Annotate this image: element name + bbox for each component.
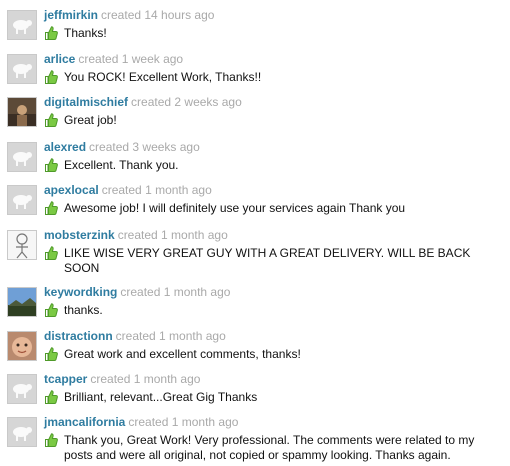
review-header: jmancalifornia created 1 month ago (44, 415, 238, 429)
created-timestamp: created 1 month ago (115, 329, 226, 343)
review-header: tcapper created 1 month ago (44, 372, 200, 386)
thumbs-up-icon (44, 389, 58, 405)
created-timestamp: created 14 hours ago (101, 8, 215, 22)
user-avatar[interactable] (7, 374, 37, 404)
review-comment: Thank you, Great Work! Very professional… (64, 433, 475, 462)
username-link[interactable]: digitalmischief (44, 95, 128, 109)
review-header: mobsterzink created 1 month ago (44, 228, 228, 242)
review-header: arlice created 1 week ago (44, 52, 183, 66)
review-header: jeffmirkin created 14 hours ago (44, 8, 214, 22)
thumbs-up-icon (44, 69, 58, 85)
created-timestamp: created 1 week ago (78, 52, 184, 66)
review-header: apexlocal created 1 month ago (44, 183, 212, 197)
review-comment: Brilliant, relevant...Great Gig Thanks (64, 390, 258, 404)
user-avatar[interactable] (7, 287, 37, 317)
review-comment: Great job! (64, 113, 117, 127)
created-timestamp: created 2 weeks ago (131, 95, 242, 109)
created-timestamp: created 1 month ago (120, 285, 231, 299)
user-avatar[interactable] (7, 10, 37, 40)
thumbs-up-icon (44, 25, 58, 41)
user-avatar[interactable] (7, 97, 37, 127)
user-avatar[interactable] (7, 230, 37, 260)
review-header: keywordking created 1 month ago (44, 285, 230, 299)
review-comment: Thanks! (64, 26, 107, 40)
username-link[interactable]: keywordking (44, 285, 117, 299)
username-link[interactable]: arlice (44, 52, 75, 66)
username-link[interactable]: alexred (44, 140, 86, 154)
thumbs-up-icon (44, 157, 58, 173)
thumbs-up-icon (44, 200, 58, 216)
review-comment: You ROCK! Excellent Work, Thanks!! (64, 70, 262, 84)
thumbs-up-icon (44, 302, 58, 318)
review-header: digitalmischief created 2 weeks ago (44, 95, 242, 109)
user-avatar[interactable] (7, 331, 37, 361)
review-comment: thanks. (64, 303, 103, 317)
username-link[interactable]: distractionn (44, 329, 113, 343)
user-avatar[interactable] (7, 54, 37, 84)
created-timestamp: created 1 month ago (101, 183, 212, 197)
created-timestamp: created 1 month ago (128, 415, 239, 429)
review-comment: LIKE WISE VERY GREAT GUY WITH A GREAT DE… (64, 246, 471, 275)
feedback-list: jeffmirkin created 14 hours ago Thanks! arl… (0, 0, 510, 466)
username-link[interactable]: jeffmirkin (44, 8, 98, 22)
review-comment: Great work and excellent comments, thank… (64, 347, 301, 361)
user-avatar[interactable] (7, 142, 37, 172)
review-header: distractionn created 1 month ago (44, 329, 226, 343)
username-link[interactable]: apexlocal (44, 183, 99, 197)
username-link[interactable]: jmancalifornia (44, 415, 125, 429)
review-header: alexred created 3 weeks ago (44, 140, 200, 154)
created-timestamp: created 1 month ago (90, 372, 201, 386)
review-comment: Excellent. Thank you. (64, 158, 179, 172)
created-timestamp: created 3 weeks ago (89, 140, 200, 154)
thumbs-up-icon (44, 346, 58, 362)
thumbs-up-icon (44, 432, 58, 448)
review-comment: Awesome job! I will definitely use your … (64, 201, 406, 215)
user-avatar[interactable] (7, 417, 37, 447)
username-link[interactable]: tcapper (44, 372, 87, 386)
created-timestamp: created 1 month ago (117, 228, 228, 242)
thumbs-up-icon (44, 112, 58, 128)
thumbs-up-icon (44, 245, 58, 261)
user-avatar[interactable] (7, 185, 37, 215)
username-link[interactable]: mobsterzink (44, 228, 115, 242)
